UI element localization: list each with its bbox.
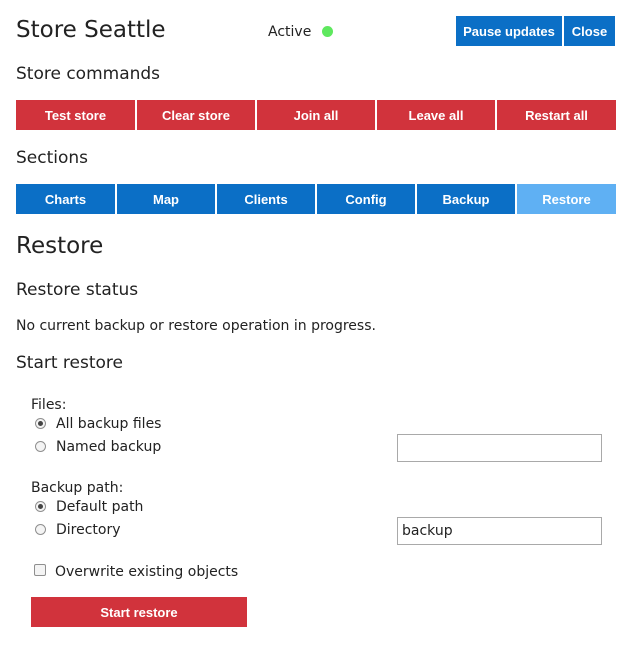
- default-path-radio[interactable]: [35, 501, 46, 512]
- overwrite-label: Overwrite existing objects: [55, 564, 239, 580]
- overwrite-checkbox[interactable]: [34, 564, 46, 576]
- join-all-button[interactable]: Join all: [257, 100, 375, 130]
- store-commands-heading: Store commands: [16, 64, 161, 84]
- sections-heading: Sections: [16, 148, 89, 168]
- pause-updates-button[interactable]: Pause updates: [456, 16, 562, 46]
- restart-all-button[interactable]: Restart all: [497, 100, 616, 130]
- status-text: Active: [268, 24, 312, 40]
- restore-status-text: No current backup or restore operation i…: [16, 318, 376, 334]
- tab-restore[interactable]: Restore: [517, 184, 616, 214]
- start-restore-heading: Start restore: [16, 353, 124, 373]
- section-title: Restore: [16, 233, 104, 259]
- default-path-label: Default path: [56, 499, 144, 515]
- tab-charts[interactable]: Charts: [16, 184, 115, 214]
- directory-label: Directory: [56, 522, 121, 538]
- all-backup-files-label: All backup files: [56, 416, 162, 432]
- directory-input[interactable]: [397, 517, 602, 545]
- restore-status-heading: Restore status: [16, 280, 139, 300]
- files-label: Files:: [31, 397, 67, 413]
- all-backup-files-radio[interactable]: [35, 418, 46, 429]
- clear-store-button[interactable]: Clear store: [137, 100, 255, 130]
- tab-clients[interactable]: Clients: [217, 184, 315, 214]
- named-backup-radio[interactable]: [35, 441, 46, 452]
- backup-path-label: Backup path:: [31, 480, 124, 496]
- tab-config[interactable]: Config: [317, 184, 415, 214]
- page-title: Store Seattle: [16, 17, 166, 43]
- tab-backup[interactable]: Backup: [417, 184, 515, 214]
- leave-all-button[interactable]: Leave all: [377, 100, 495, 130]
- named-backup-label: Named backup: [56, 439, 162, 455]
- test-store-button[interactable]: Test store: [16, 100, 135, 130]
- named-backup-input[interactable]: [397, 434, 602, 462]
- status-dot-icon: [322, 26, 333, 37]
- start-restore-button[interactable]: Start restore: [31, 597, 247, 627]
- close-button[interactable]: Close: [564, 16, 615, 46]
- tab-map[interactable]: Map: [117, 184, 215, 214]
- directory-radio[interactable]: [35, 524, 46, 535]
